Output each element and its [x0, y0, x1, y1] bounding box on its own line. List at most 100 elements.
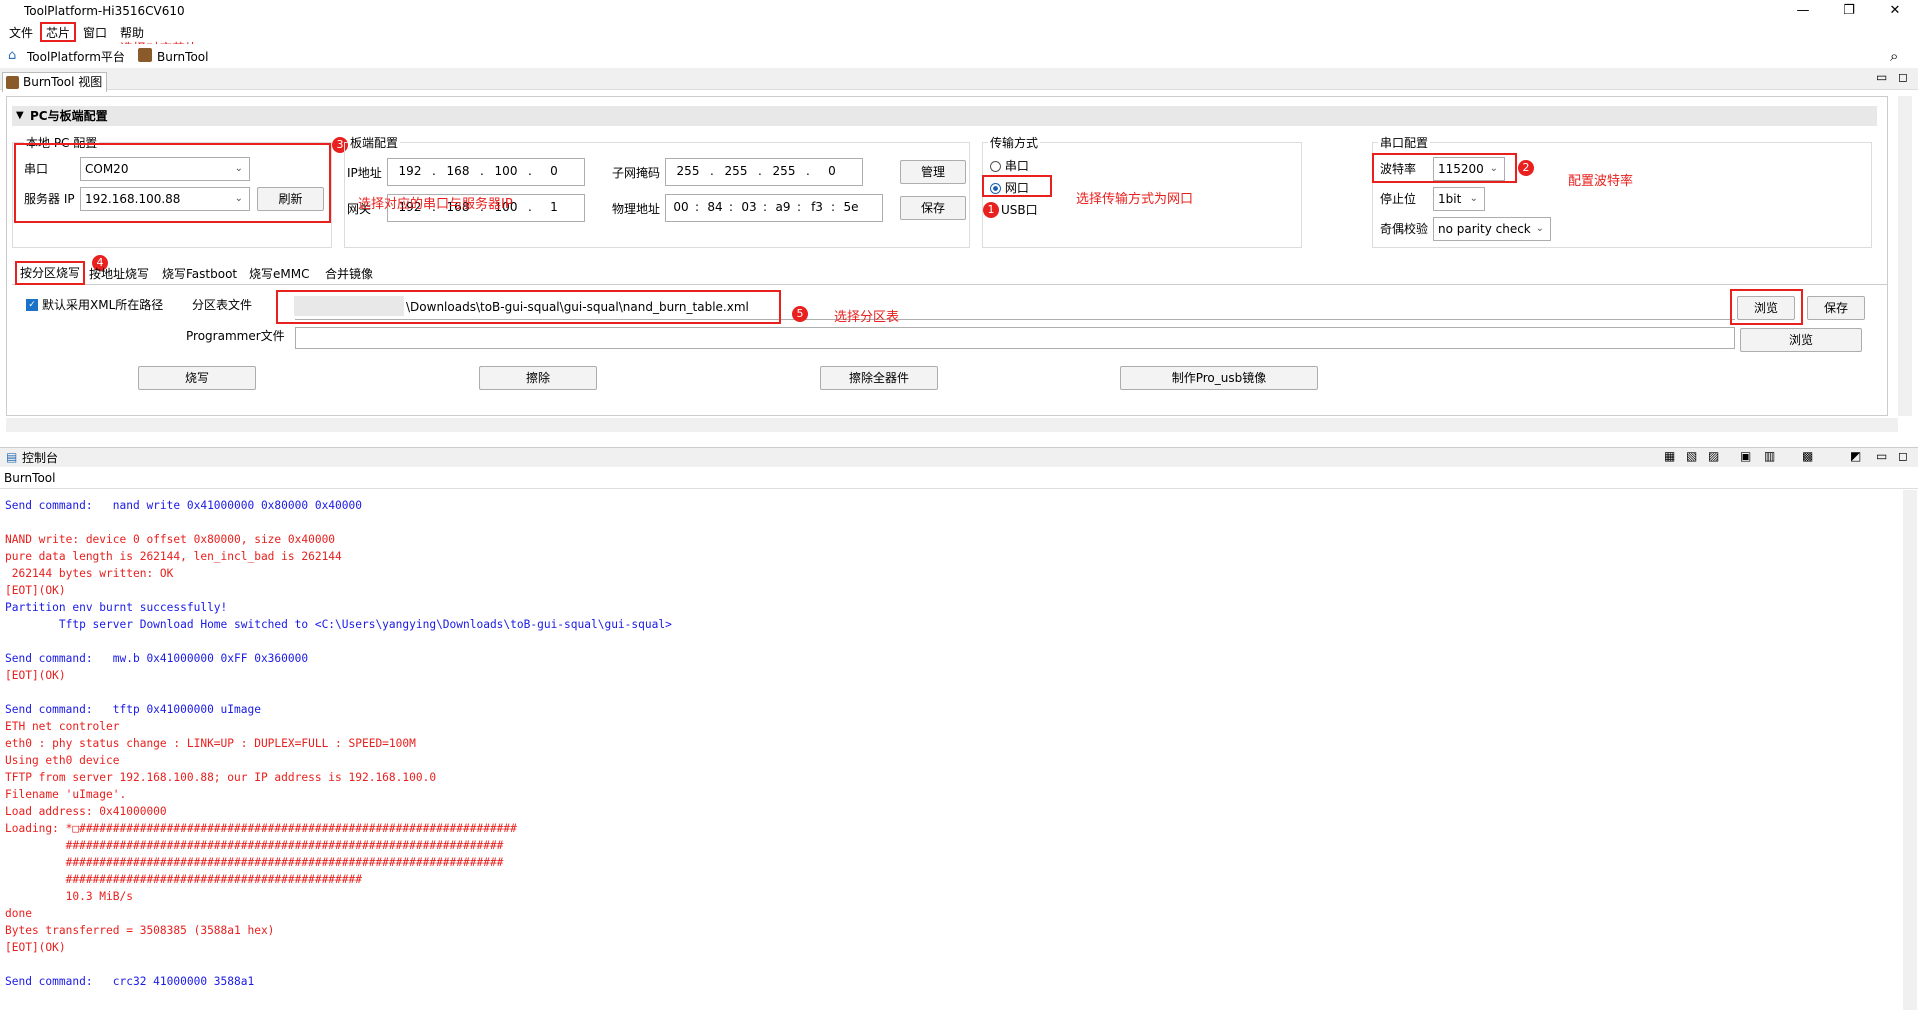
refresh-button[interactable]: 刷新: [257, 187, 324, 211]
partition-table-value: \Downloads\toB-gui-squal\gui-squal\nand_…: [406, 300, 749, 314]
panel-maximize-icon[interactable]: ◻: [1898, 70, 1908, 84]
baud-select[interactable]: 115200 ⌄: [1433, 157, 1505, 181]
serial-config-title: 串口配置: [1378, 134, 1431, 152]
console-log-line: [5, 956, 672, 973]
annotation-transfer: 选择传输方式为网口: [1076, 192, 1194, 207]
board-save-button[interactable]: 保存: [900, 196, 966, 220]
stop-bit-value: 1bit: [1438, 192, 1462, 206]
annotation-badge-1: 1: [983, 202, 999, 218]
console-title[interactable]: 控制台: [22, 449, 58, 467]
board-config-title: 板端配置: [348, 134, 401, 152]
console-log-line: TFTP from server 192.168.100.88; our IP …: [5, 771, 437, 784]
collapse-arrow-icon[interactable]: ▼: [16, 106, 24, 126]
save-partition-button[interactable]: 保存: [1807, 296, 1865, 320]
erase-all-button[interactable]: 擦除全器件: [820, 366, 938, 390]
mask-octet: 255: [676, 164, 700, 178]
menu-window[interactable]: 窗口: [83, 24, 107, 42]
subnet-mask-field[interactable]: 255. 255. 255. 0: [665, 158, 863, 186]
radio-usb[interactable]: USB口: [1001, 201, 1038, 219]
radio-net[interactable]: 网口: [990, 179, 1029, 197]
browse-programmer-button[interactable]: 浏览: [1740, 328, 1862, 352]
console-log-line: Send command: tftp 0x41000000 uImage: [5, 703, 261, 716]
programmer-field[interactable]: [295, 327, 1735, 349]
open-console-icon[interactable]: ▩: [1802, 449, 1813, 463]
section-title: PC与板端配置: [30, 109, 108, 123]
console-log-line: Send command: crc32 41000000 3588a1: [5, 975, 255, 988]
server-ip-label: 服务器 IP: [24, 192, 75, 206]
minimize-button[interactable]: —: [1780, 0, 1826, 22]
console-log-line: Filename 'uImage'.: [5, 788, 127, 801]
menu-file[interactable]: 文件: [9, 24, 33, 42]
mask-octet: 0: [828, 164, 836, 178]
manage-button[interactable]: 管理: [900, 160, 966, 184]
console-vertical-scrollbar[interactable]: [1903, 490, 1917, 1010]
ip-octet: 192: [398, 164, 422, 178]
tab-partition-burn[interactable]: 按分区烧写: [15, 261, 86, 285]
stop-bit-select[interactable]: 1bit ⌄: [1433, 187, 1485, 211]
pin-console-icon[interactable]: ▣: [1740, 449, 1751, 463]
menu-bar: [0, 22, 1918, 44]
port-select[interactable]: COM20 ⌄: [80, 157, 250, 181]
maximize-button[interactable]: ❐: [1826, 0, 1872, 22]
erase-button[interactable]: 擦除: [479, 366, 597, 390]
burn-button[interactable]: 烧写: [138, 366, 256, 390]
console-log-line: [EOT](OK): [5, 584, 66, 597]
word-wrap-icon[interactable]: ▨: [1708, 449, 1719, 463]
server-ip-value: 192.168.100.88: [85, 192, 181, 206]
console-log-line: [EOT](OK): [5, 941, 66, 954]
tabs-divider: [12, 284, 1887, 285]
panel-vertical-scrollbar[interactable]: [1898, 96, 1912, 416]
panel-horizontal-scrollbar[interactable]: [6, 418, 1898, 432]
programmer-label: Programmer文件: [186, 329, 285, 343]
xml-path-checkbox[interactable]: ✓: [26, 299, 38, 311]
search-icon[interactable]: ⌕: [1890, 47, 1898, 65]
clear-console-icon[interactable]: ▦: [1664, 449, 1675, 463]
radio-selected-icon: [990, 183, 1001, 194]
radio-usb-label: USB口: [1001, 203, 1038, 217]
menu-chip[interactable]: 芯片: [40, 22, 77, 42]
tab-emmc[interactable]: 烧写eMMC: [249, 264, 309, 284]
console-maximize-icon[interactable]: ◻: [1898, 449, 1908, 463]
console-log-line: [5, 684, 672, 701]
console-log-line: ########################################…: [5, 856, 504, 869]
ip-address-field[interactable]: 192. 168. 100. 0: [387, 158, 585, 186]
console-log-line: eth0 : phy status change : LINK=UP : DUP…: [5, 737, 416, 750]
console-log-line: Tftp server Download Home switched to <C…: [5, 618, 672, 631]
annotation-badge-5: 5: [792, 306, 808, 322]
gw-octet: 1: [550, 200, 558, 214]
close-button[interactable]: ✕: [1872, 0, 1918, 22]
mac-octet: 5e: [843, 200, 859, 214]
console-icon: ▤: [6, 450, 18, 464]
parity-select[interactable]: no parity check ⌄: [1433, 217, 1551, 241]
mask-octet: 255: [772, 164, 796, 178]
scroll-lock-icon[interactable]: ▧: [1686, 449, 1697, 463]
radio-serial[interactable]: 串口: [990, 157, 1029, 175]
mac-octet: 03: [741, 200, 757, 214]
console-minimize-icon[interactable]: ▭: [1876, 449, 1887, 463]
browse-partition-button[interactable]: 浏览: [1737, 296, 1795, 320]
tab-merge-image[interactable]: 合并镜像: [325, 264, 373, 284]
panel-minimize-icon[interactable]: ▭: [1876, 70, 1887, 84]
mac-octet: 00: [673, 200, 689, 214]
display-console-icon[interactable]: ▥: [1764, 449, 1775, 463]
server-ip-select[interactable]: 192.168.100.88 ⌄: [80, 187, 250, 211]
toolbar-platform-button[interactable]: ToolPlatform平台: [27, 48, 125, 66]
pc-board-section-header[interactable]: ▼ PC与板端配置: [12, 106, 1877, 126]
console-view-icon[interactable]: ◩: [1850, 449, 1861, 463]
tab-fastboot[interactable]: 烧写Fastboot: [162, 264, 237, 284]
toolbar: [0, 44, 1918, 68]
redacted-path-segment: [294, 296, 404, 316]
make-pro-usb-button[interactable]: 制作Pro_usb镜像: [1120, 366, 1318, 390]
console-log-line: Load address: 0x41000000: [5, 805, 167, 818]
home-icon: ⌂: [8, 48, 17, 63]
console-subtitle: BurnTool: [4, 471, 56, 485]
radio-serial-label: 串口: [1004, 159, 1029, 173]
ip-octet: 168: [446, 164, 470, 178]
burntool-view-tab[interactable]: BurnTool 视图: [2, 72, 107, 92]
toolbar-burntool-button[interactable]: BurnTool: [157, 48, 208, 66]
mask-octet: 255: [724, 164, 748, 178]
stop-bit-label: 停止位: [1380, 192, 1417, 206]
mac-address-field[interactable]: 00: 84: 03: a9: f3: 5e: [665, 194, 883, 222]
tab-address-burn[interactable]: 按地址烧写: [89, 264, 149, 284]
console-log: Send command: nand write 0x41000000 0x80…: [5, 497, 672, 990]
